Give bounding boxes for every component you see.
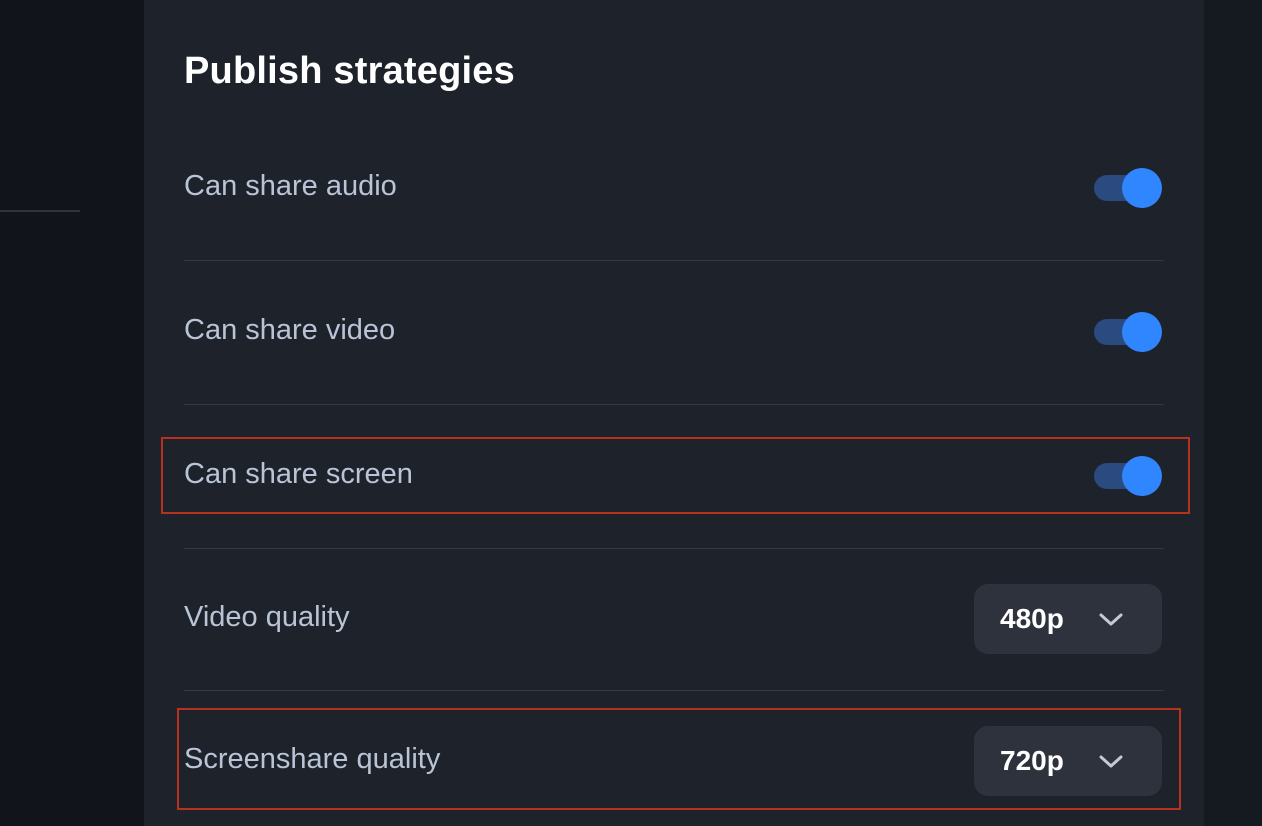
share-video-toggle[interactable]	[1094, 311, 1164, 353]
video-quality-select[interactable]: 480p	[974, 584, 1162, 654]
left-sidebar-area	[0, 0, 144, 826]
video-quality-value: 480p	[1000, 603, 1064, 634]
share-audio-toggle[interactable]	[1094, 167, 1164, 209]
toggle-knob	[1122, 312, 1162, 352]
highlight-box-share-screen	[161, 437, 1190, 514]
sidebar-divider	[0, 210, 80, 212]
setting-row-share-video: Can share video	[184, 304, 1164, 360]
setting-label-share-video: Can share video	[184, 314, 396, 346]
toggle-knob	[1122, 168, 1162, 208]
publish-strategies-panel: Publish strategies Can share audio Can s…	[144, 0, 1204, 826]
row-divider	[184, 404, 1164, 405]
row-divider	[184, 690, 1164, 691]
chevron-down-icon	[1099, 613, 1123, 626]
setting-row-video-quality: Video quality 480p	[184, 584, 1164, 654]
setting-label-share-audio: Can share audio	[184, 170, 397, 202]
row-divider	[184, 260, 1164, 261]
panel-title: Publish strategies	[184, 50, 515, 92]
setting-label-video-quality: Video quality	[184, 601, 350, 633]
setting-row-share-audio: Can share audio	[184, 160, 1164, 216]
highlight-box-screenshare-quality	[177, 708, 1181, 810]
row-divider	[184, 548, 1164, 549]
right-side-area	[1204, 0, 1262, 826]
